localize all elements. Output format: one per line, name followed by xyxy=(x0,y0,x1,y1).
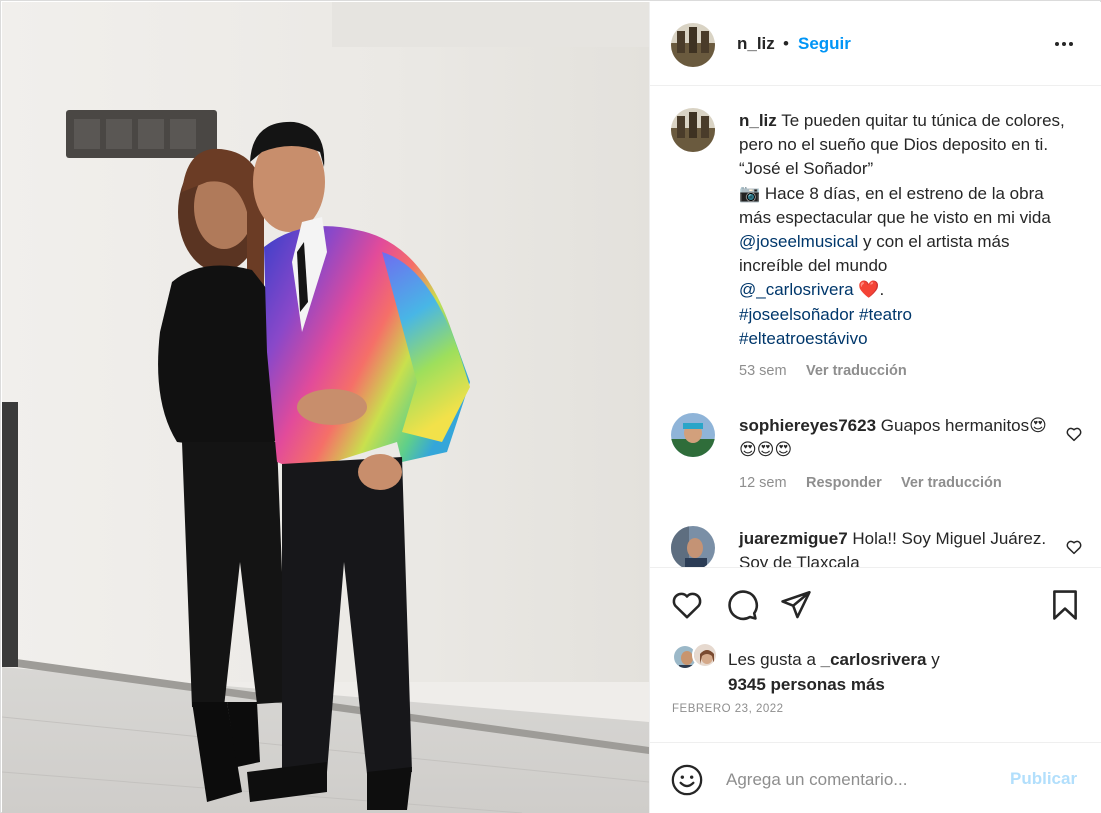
dot xyxy=(1055,42,1059,46)
avatar-image xyxy=(671,413,715,457)
post-photo xyxy=(2,2,649,813)
post-side-panel: n_liz • Seguir n_liz Te pueden quitar tu… xyxy=(649,2,1101,813)
translate-label: Ver traducción xyxy=(901,475,1002,491)
comment-username[interactable]: sophiereyes7623 xyxy=(739,416,876,435)
commenter-avatar[interactable] xyxy=(671,526,715,567)
caption-part: Te pueden quitar tu túnica de colores, p… xyxy=(739,111,1065,179)
avatar-image xyxy=(671,23,715,67)
hashtag-link[interactable]: #joseelsoñador xyxy=(739,305,854,324)
comment-heart-icon[interactable] xyxy=(1065,425,1083,443)
likes-conj: y xyxy=(931,650,940,669)
comment-text: sophiereyes7623 Guapos hermanitos😍😍😍😍 xyxy=(739,414,1054,462)
liker-username[interactable]: _carlosrivera xyxy=(821,650,927,669)
avatar-image xyxy=(671,108,715,152)
post-dialog: n_liz • Seguir n_liz Te pueden quitar tu… xyxy=(0,0,1101,813)
heart-emoji: ❤️ xyxy=(858,280,880,300)
likes-text: Les gusta a _carlosrivera y 9345 persona… xyxy=(728,648,940,697)
comment-bubble-icon[interactable] xyxy=(725,588,759,622)
separator-dot: • xyxy=(783,34,789,53)
caption-part: Hace 8 días, en el estreno de la obra má… xyxy=(739,183,1051,227)
author-username[interactable]: n_liz xyxy=(737,34,775,54)
publish-button[interactable]: Publicar xyxy=(1010,769,1077,789)
follow-button[interactable]: Seguir xyxy=(798,34,851,54)
caption-translate-link[interactable]: Ver traducción xyxy=(806,363,907,379)
caption-username[interactable]: n_liz xyxy=(739,111,777,130)
heart-icon[interactable] xyxy=(670,588,704,622)
avatar-image xyxy=(694,644,716,666)
camera-emoji: 📷 xyxy=(739,183,761,203)
dot xyxy=(1069,42,1073,46)
liker-avatar[interactable] xyxy=(692,642,718,668)
caption-time[interactable]: 53 sem xyxy=(739,363,787,379)
comment-username[interactable]: juarezmigue7 xyxy=(739,529,848,548)
paper-plane-icon[interactable] xyxy=(779,588,813,622)
comment-input[interactable] xyxy=(726,765,996,795)
translate-label: Ver traducción xyxy=(806,363,907,379)
caption-period: . xyxy=(879,280,885,300)
post-date[interactable]: FEBRERO 23, 2022 xyxy=(672,703,784,715)
hashtag-link[interactable]: #elteatroestávivo xyxy=(739,329,868,348)
post-actions: Les gusta a _carlosrivera y 9345 persona… xyxy=(650,567,1101,813)
post-image xyxy=(2,2,649,813)
reply-link[interactable]: Responder xyxy=(806,475,882,491)
post-header: n_liz • Seguir xyxy=(650,2,1101,86)
hashtag-link[interactable]: #teatro xyxy=(859,305,912,324)
likes-prefix: Les gusta a xyxy=(728,650,816,669)
comment-text: juarezmigue7 Hola!! Soy Miguel Juárez. S… xyxy=(739,527,1054,567)
caption-text: n_liz Te pueden quitar tu túnica de colo… xyxy=(739,109,1074,351)
likes-count-link[interactable]: 9345 personas más xyxy=(728,675,885,694)
comment-time[interactable]: 12 sem xyxy=(739,475,787,491)
bookmark-icon[interactable] xyxy=(1048,588,1082,622)
more-options-icon[interactable] xyxy=(1050,32,1078,56)
caption-avatar[interactable] xyxy=(671,108,715,152)
author-avatar[interactable] xyxy=(671,23,715,67)
comments-scroll-area[interactable]: n_liz Te pueden quitar tu túnica de colo… xyxy=(650,87,1101,567)
comment-heart-icon[interactable] xyxy=(1065,538,1083,556)
commenter-avatar[interactable] xyxy=(671,413,715,457)
add-comment-bar: Publicar xyxy=(650,742,1101,813)
smiley-icon[interactable] xyxy=(670,763,704,797)
avatar-image xyxy=(671,526,715,567)
likes-summary: Les gusta a _carlosrivera y 9345 persona… xyxy=(672,642,1092,704)
mention-link[interactable]: @joseelmusical xyxy=(739,232,858,251)
reply-label: Responder xyxy=(806,475,882,491)
mention-link[interactable]: @_carlosrivera xyxy=(739,280,854,299)
dot xyxy=(1062,42,1066,46)
comment-translate-link[interactable]: Ver traducción xyxy=(901,475,1002,491)
